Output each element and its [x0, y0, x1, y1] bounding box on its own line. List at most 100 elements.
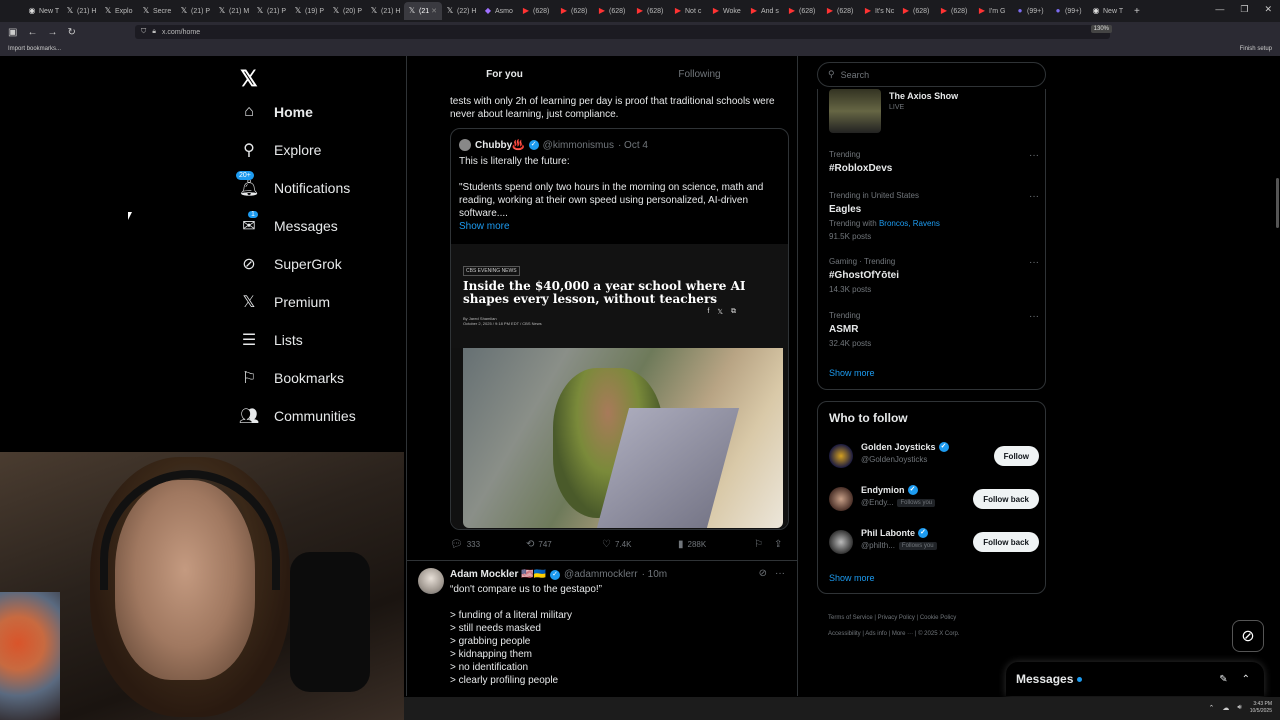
browser-tab[interactable]: ▶ And s	[746, 2, 784, 20]
scrollbar[interactable]	[1276, 178, 1279, 228]
quoted-post[interactable]: Chubby♨️ ✓ @kimmonismus · Oct 4 This is …	[450, 128, 789, 530]
more-icon[interactable]: ···	[1029, 257, 1039, 268]
browser-tab[interactable]: ▶ It's Nc	[860, 2, 898, 20]
browser-tab[interactable]: ▶ I'm G	[974, 2, 1012, 20]
browser-tab[interactable]: ◉ New T	[1088, 2, 1126, 20]
sidebar-item-supergrok[interactable]: ⊘ SuperGrok	[240, 255, 341, 273]
browser-tab[interactable]: ▶ (628)	[518, 2, 556, 20]
footer-link[interactable]: Privacy Policy	[878, 615, 915, 621]
repost-button[interactable]: ⟲ 747	[526, 539, 602, 550]
browser-tab[interactable]: ▶ (628)	[594, 2, 632, 20]
browser-tab[interactable]: 𝕏 Explo	[100, 2, 138, 20]
show-more-link[interactable]: Show more	[459, 220, 777, 233]
footer-link[interactable]: Ads info	[865, 631, 887, 637]
more-icon[interactable]: ···	[1029, 311, 1039, 322]
bookmark-button[interactable]: ⚐	[754, 539, 774, 550]
post-time[interactable]: · 10m	[642, 569, 668, 580]
follow-suggestion[interactable]: Golden Joysticks ✓ @GoldenJoysticks Follo…	[829, 442, 1039, 474]
article-card-image[interactable]: CBS EVENING NEWS Inside the $40,000 a ye…	[451, 244, 788, 529]
follow-suggestion[interactable]: Phil Labonte ✓ @philth... Follows you Foll…	[829, 528, 1039, 560]
sidebar-item-bookmarks[interactable]: ⚐ Bookmarks	[240, 369, 344, 387]
search-input[interactable]: ⚲ Search	[817, 62, 1046, 87]
browser-tab[interactable]: 𝕏 (22) H	[442, 2, 480, 20]
avatar[interactable]	[829, 444, 853, 468]
clock[interactable]: 3:43 PM 10/5/2025	[1250, 701, 1272, 715]
footer-link[interactable]: © 2025 X Corp.	[918, 631, 959, 637]
follow-back-button[interactable]: Follow back	[973, 489, 1039, 509]
browser-tab[interactable]: ◆ Asmo	[480, 2, 518, 20]
quoted-author-handle[interactable]: @kimmonismus	[543, 140, 614, 151]
follow-suggestion[interactable]: Endymion ✓ @Endy... Follows you Follow bac…	[829, 485, 1039, 517]
browser-tab[interactable]: 𝕏 (21 ✕	[404, 2, 442, 20]
close-tab-icon[interactable]: ✕	[431, 7, 437, 15]
tab-for-you[interactable]: For you	[407, 56, 602, 92]
trend-item[interactable]: Trending ASMR 32.4K posts ···	[829, 311, 1039, 348]
quoted-post-date[interactable]: · Oct 4	[618, 140, 648, 151]
avatar[interactable]	[829, 487, 853, 511]
suggestion-name[interactable]: Golden Joysticks ✓	[861, 442, 949, 452]
footer-link[interactable]: Terms of Service	[828, 615, 873, 621]
forward-icon[interactable]: →	[47, 27, 57, 38]
x-logo-icon[interactable]: 𝕏	[240, 66, 258, 92]
browser-tab[interactable]: ▶ Not c	[670, 2, 708, 20]
avatar[interactable]	[459, 139, 471, 151]
browser-tab[interactable]: 𝕏 (21) H	[366, 2, 404, 20]
tab-following[interactable]: Following	[602, 56, 797, 92]
browser-tab[interactable]: ▶ (628)	[822, 2, 860, 20]
expand-icon[interactable]: ⌃	[1242, 674, 1250, 685]
browser-tab[interactable]: 𝕏 (21) P	[252, 2, 290, 20]
volume-icon[interactable]: 🔊︎	[1237, 704, 1241, 712]
footer-link[interactable]: Accessibility	[828, 631, 861, 637]
cloud-icon[interactable]: ☁	[1222, 704, 1229, 712]
suggestion-name[interactable]: Endymion ✓	[861, 485, 918, 495]
browser-tab[interactable]: ▶ Woke	[708, 2, 746, 20]
more-icon[interactable]: ···	[1029, 150, 1039, 161]
browser-tab[interactable]: 𝕏 (21) M	[214, 2, 252, 20]
grok-button[interactable]: ⊘	[1232, 620, 1264, 652]
browser-tab[interactable]: 𝕏 (19) P	[290, 2, 328, 20]
more-icon[interactable]: ···	[1029, 191, 1039, 202]
sidebar-item-messages[interactable]: ✉ 1 Messages	[240, 211, 338, 235]
live-title[interactable]: The Axios Show	[889, 91, 958, 101]
sidebar-item-premium[interactable]: 𝕏 Premium	[240, 293, 330, 311]
messages-drawer[interactable]: Messages ✎ ⌃	[1006, 662, 1264, 696]
new-message-icon[interactable]: ✎	[1219, 674, 1227, 685]
url-bar[interactable]: ⛉ 🔒︎ x.com/home	[135, 25, 1110, 39]
author-handle[interactable]: @adammocklerr	[564, 569, 638, 580]
minimize-icon[interactable]: —	[1215, 4, 1224, 15]
views-button[interactable]: ▮ 288K	[678, 539, 754, 550]
sidebar-item-communities[interactable]: 👥︎ Communities	[239, 407, 356, 425]
browser-tab[interactable]: 𝕏 (21) H	[62, 2, 100, 20]
reload-icon[interactable]: ↻	[67, 27, 75, 38]
footer-link[interactable]: More ···	[892, 631, 913, 637]
browser-tab[interactable]: ● (99+)	[1012, 2, 1050, 20]
live-thumbnail[interactable]	[829, 89, 881, 133]
trend-item[interactable]: Gaming · Trending #GhostOfYōtei 14.3K po…	[829, 257, 1039, 294]
trend-related-links[interactable]: Broncos, Ravens	[879, 219, 940, 228]
browser-tab[interactable]: ▶ (628)	[784, 2, 822, 20]
footer-link[interactable]: Cookie Policy	[920, 615, 956, 621]
close-icon[interactable]: ✕	[1264, 4, 1272, 15]
sidebar-item-notifications[interactable]: 🔔︎ 20+ Notifications	[236, 171, 350, 197]
browser-tab[interactable]: ▶ (628)	[632, 2, 670, 20]
avatar[interactable]	[829, 530, 853, 554]
grok-icon[interactable]: ⊘	[759, 568, 767, 579]
browser-tab[interactable]: 𝕏 (21) P	[176, 2, 214, 20]
zoom-level[interactable]: 130%	[1090, 25, 1112, 33]
reply-button[interactable]: 💬︎ 333	[450, 539, 526, 550]
quoted-author-name[interactable]: Chubby♨️	[475, 140, 525, 151]
trend-item[interactable]: Trending in United States Eagles Trendin…	[829, 191, 1039, 241]
follow-back-button[interactable]: Follow back	[973, 532, 1039, 552]
sidebar-item-lists[interactable]: ☰ Lists	[240, 331, 303, 349]
back-icon[interactable]: ←	[27, 27, 37, 38]
import-bookmarks-link[interactable]: Import bookmarks...	[8, 46, 61, 52]
browser-tab[interactable]: ▶ (628)	[936, 2, 974, 20]
follow-button[interactable]: Follow	[993, 446, 1039, 466]
sidebar-toggle-icon[interactable]: ▣	[8, 27, 17, 38]
trends-show-more[interactable]: Show more	[829, 368, 875, 378]
who-to-follow-show-more[interactable]: Show more	[829, 573, 875, 583]
like-button[interactable]: ♡ 7.4K	[602, 539, 678, 550]
sidebar-item-explore[interactable]: ⚲ Explore	[240, 141, 321, 159]
sidebar-item-home[interactable]: ⌂ Home	[240, 103, 313, 121]
restore-icon[interactable]: ❐	[1240, 4, 1248, 15]
